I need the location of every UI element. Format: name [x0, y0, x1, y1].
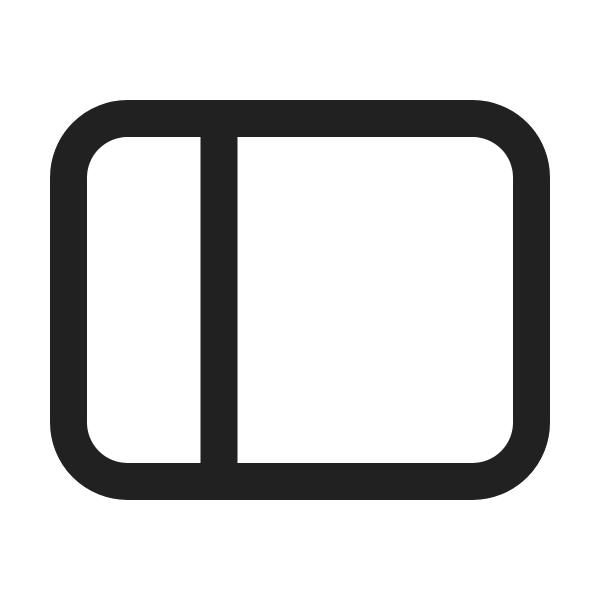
sidebar-panel-svg [50, 100, 550, 500]
panel-frame [50, 100, 550, 500]
sidebar-panel-icon [0, 0, 600, 600]
icon-canvas [0, 0, 600, 600]
